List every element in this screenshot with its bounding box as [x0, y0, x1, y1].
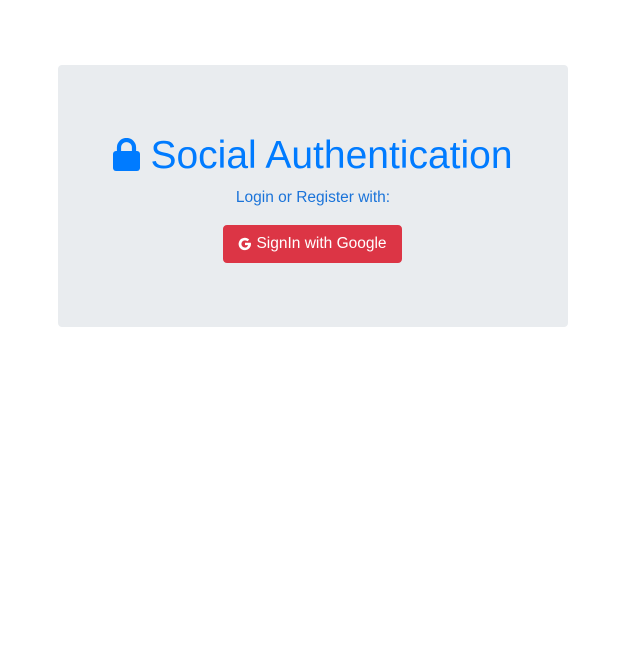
lock-icon	[113, 137, 141, 171]
login-register-subtitle: Login or Register with:	[235, 189, 391, 206]
google-signin-button[interactable]: SignIn with Google	[223, 225, 402, 263]
google-signin-label: SignIn with Google	[256, 235, 387, 252]
page-title: Social Authentication	[58, 135, 568, 177]
google-icon	[238, 237, 252, 251]
auth-card: Social Authentication Login or Register …	[58, 65, 568, 327]
page-title-text: Social Authentication	[150, 134, 513, 177]
